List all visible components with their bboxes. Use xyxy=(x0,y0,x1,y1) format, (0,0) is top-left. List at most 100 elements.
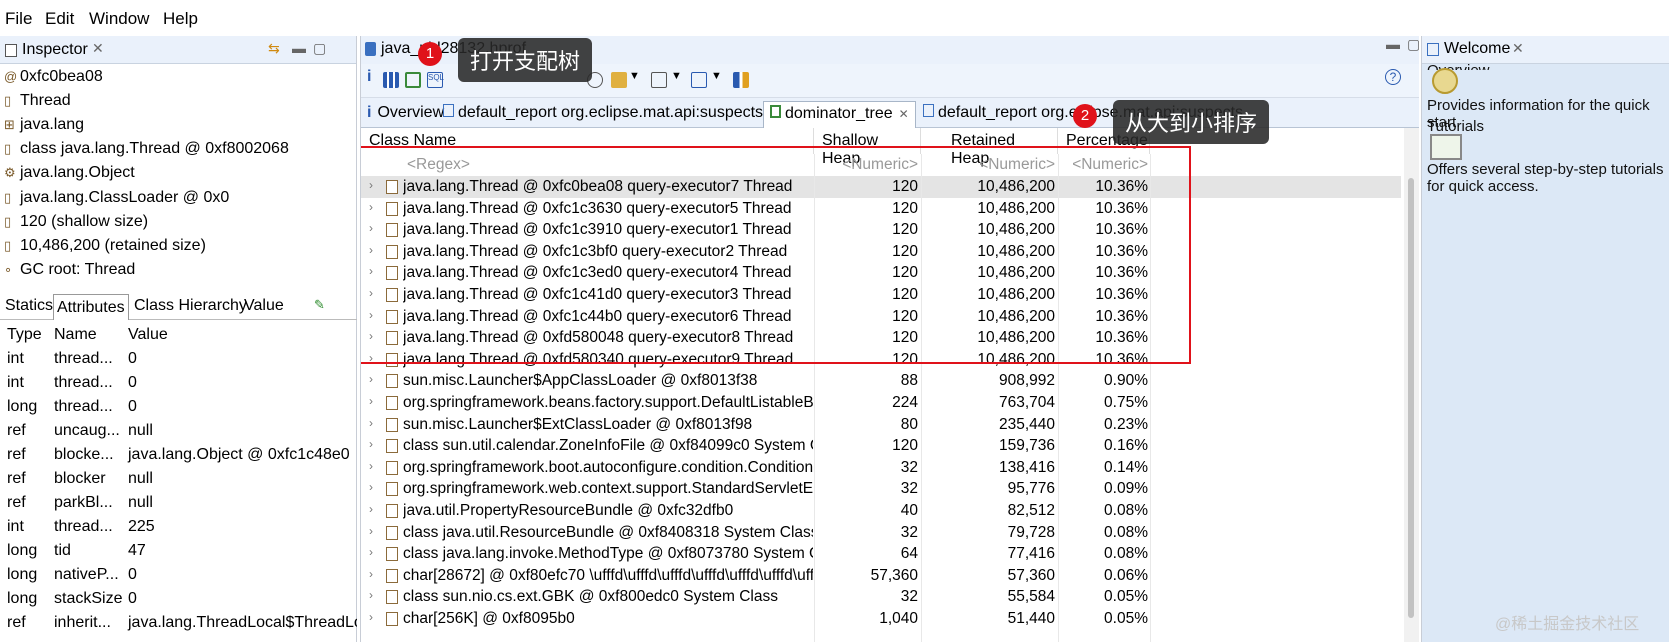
inspector-row-text: Thread xyxy=(20,92,71,110)
attr-type: ref xyxy=(7,446,26,463)
close-icon[interactable]: ✕ xyxy=(92,40,104,57)
attribute-row[interactable]: int thread... 225 xyxy=(0,516,357,540)
table-row[interactable]: › org.springframework.beans.factory.suppo… xyxy=(361,392,1401,414)
menu-file[interactable]: File xyxy=(5,9,32,29)
attr-type: ref xyxy=(7,422,26,439)
table-row[interactable]: › sun.misc.Launcher$AppClassLoader @ 0xf8… xyxy=(361,370,1401,392)
oql-icon[interactable]: SQL xyxy=(427,72,444,88)
inspector-row-text: java.lang.Object xyxy=(20,164,135,182)
inspector-tab[interactable]: Inspector ✕ ⇆ ▬ ▢ xyxy=(0,36,356,64)
object-icon xyxy=(386,374,398,389)
menu-window[interactable]: Window xyxy=(89,9,149,29)
globe-icon[interactable] xyxy=(1432,68,1458,94)
expand-icon: › xyxy=(369,458,373,473)
attr-name: parkBl... xyxy=(54,494,113,511)
tab-class-hierarchy[interactable]: Class Hierarchy xyxy=(134,297,247,315)
attribute-row[interactable]: long thread... 0 xyxy=(0,396,357,420)
table-row[interactable]: › org.springframework.boot.autoconfigure.… xyxy=(361,457,1401,479)
tab-dominator-tree[interactable]: dominator_tree ✕ xyxy=(763,101,916,128)
class-name-cell: class sun.nio.cs.ext.GBK @ 0xf800edc0 Sy… xyxy=(403,588,778,606)
table-row[interactable]: › class java.lang.invoke.MethodType @ 0xf… xyxy=(361,543,1401,565)
columns-icon[interactable] xyxy=(651,72,667,88)
table-row[interactable]: › char[28672] @ 0xf80efc70 \ufffd\ufffd\u… xyxy=(361,565,1401,587)
maximize-icon[interactable]: ▢ xyxy=(313,40,326,57)
info-icon[interactable]: i xyxy=(367,68,383,85)
attribute-row[interactable]: ref blocker null xyxy=(0,468,357,492)
retained-heap-cell: 159,736 xyxy=(998,437,1055,455)
group-by-icon[interactable] xyxy=(611,72,627,88)
table-row[interactable]: › class sun.util.calendar.ZoneInfoFile @ … xyxy=(361,435,1401,457)
class-name-cell: char[28672] @ 0xf80efc70 \ufffd\ufffd\uf… xyxy=(403,566,813,584)
close-icon[interactable]: ✕ xyxy=(1512,40,1524,57)
attribute-row[interactable]: ref uncaug... null xyxy=(0,420,357,444)
class-name-cell: org.springframework.web.context.support.… xyxy=(403,480,813,498)
calculate-icon[interactable] xyxy=(691,72,707,88)
shallow-heap-cell: 120 xyxy=(892,437,918,455)
inspector-row: ∘ GC root: Thread xyxy=(0,261,135,285)
tab-attributes[interactable]: Attributes xyxy=(53,294,129,320)
table-row[interactable]: › org.springframework.web.context.support… xyxy=(361,478,1401,500)
overview-link[interactable]: Overview xyxy=(1427,62,1490,70)
table-row[interactable]: › java.util.PropertyResourceBundle @ 0xfc… xyxy=(361,500,1401,522)
attribute-row[interactable]: ref blocke... java.lang.Object @ 0xfc1c48e… xyxy=(0,444,357,468)
row-icon: ▯ xyxy=(4,93,12,109)
welcome-tab[interactable]: Welcome ✕ xyxy=(1422,36,1669,64)
pin-icon[interactable]: ✎ xyxy=(314,297,325,313)
inspector-row-text: 0xfc0bea08 xyxy=(20,68,103,85)
minimize-icon[interactable]: ▬ xyxy=(292,40,306,56)
attr-value: java.lang.Object @ 0xfc1c48e0 xyxy=(128,446,350,463)
retained-heap-cell: 763,704 xyxy=(998,394,1055,411)
minimize-icon[interactable]: ▬ xyxy=(1386,36,1400,52)
table-row[interactable]: › char[256K] @ 0xf8095b0 1,040 51,440 0.05% xyxy=(361,608,1401,630)
link-icon[interactable]: ⇆ xyxy=(268,40,280,57)
inspector-row: ⊞ java.lang xyxy=(0,116,84,140)
attribute-row[interactable]: long tid 47 xyxy=(0,540,357,564)
attribute-row[interactable]: ref inherit... java.lang.ThreadLocal$Threa… xyxy=(0,612,357,636)
tutorials-link[interactable]: Tutorials xyxy=(1427,118,1484,135)
row-icon: ▯ xyxy=(4,141,12,157)
export-icon[interactable] xyxy=(733,72,749,88)
table-row[interactable]: › class sun.nio.cs.ext.GBK @ 0xf800edc0 S… xyxy=(361,586,1401,608)
shallow-heap-cell: 32 xyxy=(900,480,918,498)
attribute-row[interactable]: long nativeP... 0 xyxy=(0,564,357,588)
shallow-heap-cell: 32 xyxy=(900,458,918,476)
table-row[interactable]: › class java.util.ResourceBundle @ 0xf840… xyxy=(361,522,1401,544)
attribute-row[interactable]: long stackSize 0 xyxy=(0,588,357,612)
menu-edit[interactable]: Edit xyxy=(45,9,74,29)
percentage-cell: 0.08% xyxy=(1104,545,1148,563)
attr-name: inherit... xyxy=(54,614,111,631)
help-icon[interactable]: ? xyxy=(1385,69,1401,85)
inspector-row: @0xfc0bea08 xyxy=(0,68,103,92)
attr-type: int xyxy=(7,350,24,367)
attribute-row[interactable]: int thread... 0 xyxy=(0,372,357,396)
attribute-row[interactable]: ref parkBl... null xyxy=(0,492,357,516)
tutorials-description: Offers several step-by-step tutorials fo… xyxy=(1427,161,1664,195)
class-name-cell: sun.misc.Launcher$ExtClassLoader @ 0xf80… xyxy=(403,415,753,433)
annotation-badge-1: 1 xyxy=(418,42,442,66)
chevron-down-icon[interactable]: ▼ xyxy=(629,70,640,82)
scrollbar[interactable] xyxy=(1404,128,1419,642)
percentage-cell: 0.16% xyxy=(1104,437,1148,455)
retained-heap-cell: 55,584 xyxy=(1007,588,1055,606)
attribute-row[interactable]: int thread... 0 xyxy=(0,348,357,372)
menu-help[interactable]: Help xyxy=(163,9,198,29)
tab-statics[interactable]: Statics xyxy=(5,297,53,315)
chevron-down-icon[interactable]: ▼ xyxy=(671,70,682,82)
retained-heap-cell: 138,416 xyxy=(998,458,1055,476)
retained-heap-cell: 77,416 xyxy=(1007,545,1055,563)
col-name: Name xyxy=(54,326,97,343)
tab-suspects-report[interactable]: default_report org.eclipse.mat.api:suspe… xyxy=(437,101,769,128)
attr-value: null xyxy=(128,422,153,439)
tutorials-icon[interactable] xyxy=(1430,134,1462,160)
histogram-icon[interactable] xyxy=(383,72,399,88)
object-icon xyxy=(386,547,398,562)
table-row[interactable]: › sun.misc.Launcher$ExtClassLoader @ 0xf8… xyxy=(361,414,1401,436)
attr-type: long xyxy=(7,398,38,415)
expand-icon: › xyxy=(369,480,373,495)
percentage-cell: 0.08% xyxy=(1104,502,1148,519)
attr-name: tid xyxy=(54,542,71,559)
maximize-icon[interactable]: ▢ xyxy=(1407,36,1420,53)
dominator-tree-icon[interactable] xyxy=(405,72,421,88)
tab-value[interactable]: Value xyxy=(244,297,284,315)
chevron-down-icon[interactable]: ▼ xyxy=(711,70,722,82)
